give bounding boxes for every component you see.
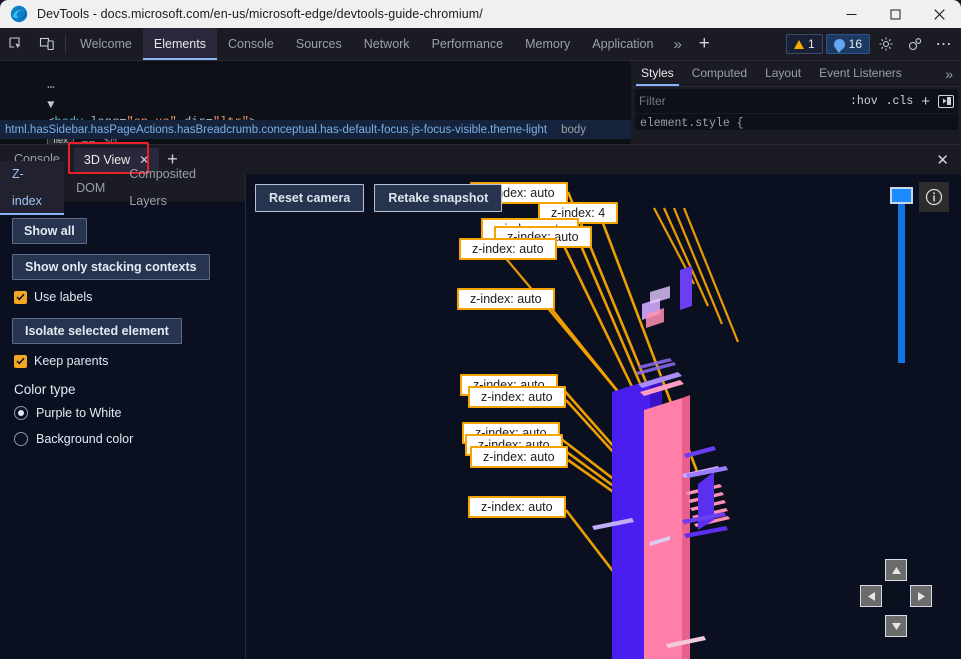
issues-badge[interactable]: 16: [826, 34, 870, 54]
tab-layout[interactable]: Layout: [756, 61, 810, 86]
use-labels-row[interactable]: Use labels: [14, 290, 245, 304]
isolate-selected-element-button[interactable]: Isolate selected element: [12, 318, 182, 344]
styles-filter-row: Filter :hov .cls +: [635, 89, 958, 113]
tab-performance[interactable]: Performance: [421, 28, 515, 60]
styles-more-tabs-icon[interactable]: »: [937, 66, 961, 82]
color-type-title: Color type: [14, 382, 245, 397]
maximize-button[interactable]: [873, 0, 917, 28]
toolbar-right-group: 1 16 ⋯: [786, 28, 961, 60]
main-menu-icon[interactable]: ⋯: [931, 31, 957, 57]
z-index-label[interactable]: z-index: auto: [459, 238, 557, 260]
breadcrumb-item-html[interactable]: html.hasSidebar.hasPageActions.hasBreadc…: [5, 124, 547, 136]
warning-triangle-icon: [794, 40, 804, 49]
minimize-button[interactable]: [829, 0, 873, 28]
more-tools-icon[interactable]: [902, 31, 928, 57]
element-style-rule: element.style {: [635, 114, 958, 130]
show-all-button[interactable]: Show all: [12, 218, 87, 244]
depth-slider-thumb[interactable]: [890, 187, 913, 204]
close-button[interactable]: [917, 0, 961, 28]
window-titlebar: DevTools - docs.microsoft.com/en-us/micr…: [0, 0, 961, 28]
devtools-main-toolbar: Welcome Elements Console Sources Network…: [0, 28, 961, 61]
sub-tab-dom[interactable]: DOM: [64, 175, 117, 202]
warnings-count: 1: [808, 37, 815, 51]
add-tab-button[interactable]: +: [691, 28, 718, 60]
info-icon[interactable]: [919, 182, 949, 212]
tab-welcome[interactable]: Welcome: [69, 28, 143, 60]
styles-filter-input[interactable]: Filter: [639, 94, 842, 108]
gear-icon[interactable]: [873, 31, 899, 57]
depth-slider-track[interactable]: [898, 198, 905, 363]
more-tabs-chevron-icon[interactable]: »: [664, 28, 690, 60]
keep-parents-row[interactable]: Keep parents: [14, 354, 245, 368]
pan-left-button[interactable]: [860, 585, 882, 607]
reset-camera-button[interactable]: Reset camera: [255, 184, 364, 212]
radio-purple-to-white-label: Purple to White: [36, 406, 121, 420]
tab-sources[interactable]: Sources: [285, 28, 353, 60]
pan-down-button[interactable]: [885, 615, 907, 637]
z-index-label[interactable]: z-index: auto: [468, 386, 566, 408]
tab-elements[interactable]: Elements: [143, 28, 217, 60]
tab-network[interactable]: Network: [353, 28, 421, 60]
camera-buttons: Reset camera Retake snapshot: [255, 184, 502, 212]
toolbar-divider: [65, 35, 66, 53]
inspect-element-icon[interactable]: [0, 28, 31, 60]
new-style-rule-button[interactable]: +: [921, 93, 930, 110]
z-index-label[interactable]: z-index: auto: [470, 446, 568, 468]
new-style-rule-icon[interactable]: [938, 95, 954, 108]
radio-selected-icon[interactable]: [14, 406, 28, 420]
tab-application[interactable]: Application: [581, 28, 664, 60]
tab-console[interactable]: Console: [217, 28, 285, 60]
three-d-view-sidebar: Z-index DOM Composited Layers Show all S…: [0, 174, 246, 659]
dom-ellipsis[interactable]: ⋯: [47, 81, 54, 95]
pan-up-button[interactable]: [885, 559, 907, 581]
checkbox-checked-icon[interactable]: [14, 291, 27, 304]
tab-event-listeners[interactable]: Event Listeners: [810, 61, 911, 86]
retake-snapshot-button[interactable]: Retake snapshot: [374, 184, 502, 212]
use-labels-label: Use labels: [34, 290, 92, 304]
styles-tab-strip: Styles Computed Layout Event Listeners »: [632, 61, 961, 87]
close-drawer-icon[interactable]: ✕: [936, 151, 949, 169]
toggle-cls-button[interactable]: .cls: [886, 95, 914, 108]
sub-tab-composited-layers[interactable]: Composited Layers: [117, 161, 245, 215]
three-d-sub-tabs: Z-index DOM Composited Layers: [0, 174, 245, 202]
sub-tab-z-index[interactable]: Z-index: [0, 161, 64, 215]
issue-bubble-icon: [834, 39, 845, 50]
z-index-label[interactable]: z-index: auto: [468, 496, 566, 518]
radio-background-color-label: Background color: [36, 432, 133, 446]
breadcrumb[interactable]: html.hasSidebar.hasPageActions.hasBreadc…: [0, 120, 631, 139]
pan-controls: [860, 559, 932, 637]
radio-unselected-icon[interactable]: [14, 432, 28, 446]
show-only-stacking-contexts-button[interactable]: Show only stacking contexts: [12, 254, 210, 280]
tab-memory[interactable]: Memory: [514, 28, 581, 60]
keep-parents-label: Keep parents: [34, 354, 108, 368]
radio-background-color[interactable]: Background color: [14, 432, 245, 446]
styles-sidebar: Styles Computed Layout Event Listeners »…: [632, 61, 961, 144]
devtools-window: DevTools - docs.microsoft.com/en-us/micr…: [0, 0, 961, 659]
breadcrumb-item-body[interactable]: body: [561, 124, 586, 136]
three-d-view-panel: Z-index DOM Composited Layers Show all S…: [0, 174, 961, 659]
tab-computed[interactable]: Computed: [683, 61, 756, 86]
three-d-scene-graphic: [246, 174, 961, 659]
three-d-canvas[interactable]: Reset camera Retake snapshot z-index: au…: [246, 174, 961, 659]
issues-count: 16: [849, 37, 862, 51]
checkbox-checked-icon[interactable]: [14, 355, 27, 368]
radio-purple-to-white[interactable]: Purple to White: [14, 406, 245, 420]
pan-right-button[interactable]: [910, 585, 932, 607]
warnings-badge[interactable]: 1: [786, 34, 823, 54]
toggle-hov-button[interactable]: :hov: [850, 95, 878, 108]
device-toolbar-icon[interactable]: [31, 28, 62, 60]
three-d-controls: Show all Show only stacking contexts Use…: [0, 202, 245, 446]
z-index-label[interactable]: z-index: auto: [457, 288, 555, 310]
window-controls: [829, 0, 961, 28]
tab-styles[interactable]: Styles: [632, 61, 683, 86]
dom-expander[interactable]: ▼: [47, 98, 54, 112]
edge-logo-icon: [10, 5, 28, 23]
window-title: DevTools - docs.microsoft.com/en-us/micr…: [37, 7, 483, 21]
